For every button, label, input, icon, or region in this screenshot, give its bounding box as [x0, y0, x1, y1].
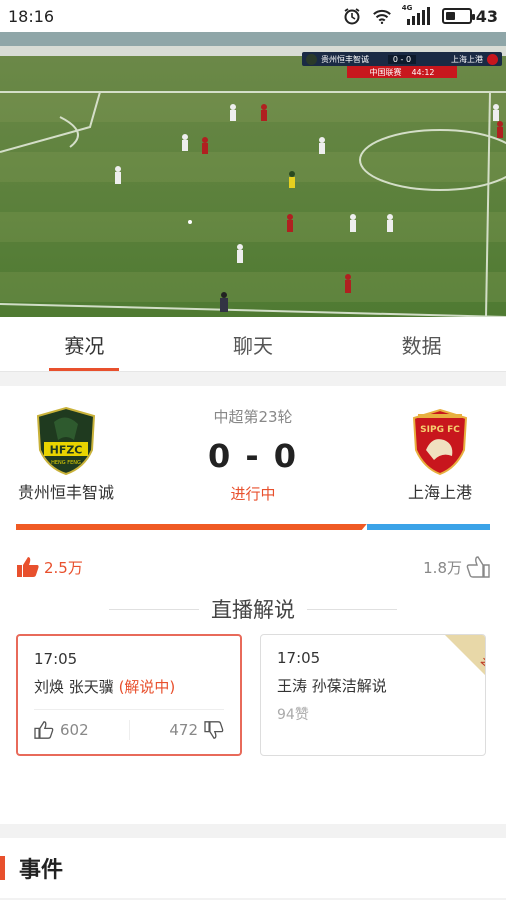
match-round: 中超第23轮	[213, 408, 293, 426]
home-support-bar	[16, 524, 367, 530]
tab-data[interactable]: 数据	[337, 317, 506, 371]
upvote-count: 602	[60, 721, 89, 739]
video-player[interactable]: 贵州恒丰智诚 0 - 0 上海上港 中国联赛 44:12	[0, 32, 506, 317]
teams-row: HFZC HENG FENG 贵州恒丰智诚 中超第23轮 0 - 0 进行中 S…	[16, 406, 490, 504]
away-like-button[interactable]: 1.8万	[423, 556, 490, 578]
away-like-count: 1.8万	[423, 558, 462, 577]
status-bar: 18:16 4G 43	[0, 0, 506, 32]
vote-divider	[128, 720, 130, 740]
scorebug-row: 贵州恒丰智诚 0 - 0 上海上港	[302, 52, 502, 66]
events-title: 事件	[19, 858, 64, 883]
scorebug-score: 0 - 0	[387, 54, 417, 64]
signal-icon: 4G	[402, 4, 432, 26]
live-commentary-title: 直播解说	[211, 598, 295, 622]
status-time: 18:16	[8, 6, 55, 26]
match-center: 中超第23轮 0 - 0 进行中	[116, 406, 390, 504]
status-icons: 4G 43	[342, 4, 498, 26]
battery-icon	[441, 8, 475, 24]
svg-text:HFZC: HFZC	[50, 444, 83, 457]
commentary-card-vip[interactable]: 会员 17:05 王涛 孙葆洁解说 94赞	[260, 634, 486, 756]
match-status: 进行中	[230, 485, 276, 503]
commentary-card[interactable]: 17:05 刘焕 张天骥 (解说中) 602 472	[16, 634, 242, 756]
home-mini-logo	[306, 53, 317, 65]
card-hosts: 刘焕 张天骥 (解说中)	[34, 678, 176, 696]
live-tag: (解说中)	[118, 678, 176, 696]
card-time: 17:05	[34, 650, 78, 668]
home-like-button[interactable]: 2.5万	[16, 556, 83, 578]
thumbs-up-icon	[17, 557, 39, 577]
away-team-name: 上海上港	[407, 483, 472, 502]
thumbs-up-icon	[34, 721, 54, 739]
home-team[interactable]: HFZC HENG FENG 贵州恒丰智诚	[16, 406, 116, 503]
thumbs-up-outline-icon	[466, 556, 490, 578]
away-mini-logo	[487, 53, 498, 65]
divider	[0, 372, 506, 386]
tab-chat[interactable]: 聊天	[169, 317, 338, 371]
divider	[0, 824, 506, 838]
downvote-button[interactable]: 472	[169, 721, 224, 739]
home-team-name: 贵州恒丰智诚	[17, 483, 114, 502]
scorebug-sub: 中国联赛 44:12	[347, 66, 457, 78]
downvote-count: 472	[169, 721, 198, 739]
svg-text:HENG FENG: HENG FENG	[51, 460, 81, 466]
match-score: 0 - 0	[207, 437, 299, 475]
header-line-left	[109, 608, 199, 610]
scorebug-clock: 44:12	[411, 67, 435, 77]
vip-ribbon: 会员	[445, 635, 485, 684]
svg-text:SIPG FC: SIPG FC	[420, 425, 460, 435]
commentary-cards: 17:05 刘焕 张天骥 (解说中) 602 472 会员 17:05 王涛 孙…	[16, 634, 490, 756]
alarm-icon	[342, 6, 362, 26]
events-accent-bar	[0, 856, 5, 880]
battery-indicator: 43	[441, 7, 498, 26]
upvote-button[interactable]: 602	[34, 721, 89, 739]
tab-match-status[interactable]: 赛况	[0, 317, 169, 371]
wifi-icon	[372, 6, 392, 26]
likes-row: 2.5万 1.8万	[16, 556, 490, 578]
away-team[interactable]: SIPG FC 上海上港	[390, 406, 490, 503]
scorebug-home: 贵州恒丰智诚	[321, 54, 369, 64]
tab-bar: 赛况 聊天 数据	[0, 317, 506, 372]
thumbs-down-icon	[204, 721, 224, 739]
home-like-count: 2.5万	[44, 558, 83, 577]
scorebug: 贵州恒丰智诚 0 - 0 上海上港 中国联赛 44:12	[302, 52, 502, 80]
scorebug-away: 上海上港	[451, 54, 483, 64]
live-commentary-header: 直播解说	[16, 594, 490, 624]
events-section: 事件	[0, 838, 506, 898]
header-line-right	[307, 608, 397, 610]
support-bar	[16, 524, 490, 530]
match-panel: HFZC HENG FENG 贵州恒丰智诚 中超第23轮 0 - 0 进行中 S…	[0, 386, 506, 824]
home-team-logo: HFZC HENG FENG	[36, 406, 96, 476]
away-support-bar	[366, 524, 490, 530]
away-team-logo: SIPG FC	[412, 408, 468, 476]
card-votes: 602 472	[34, 709, 224, 740]
